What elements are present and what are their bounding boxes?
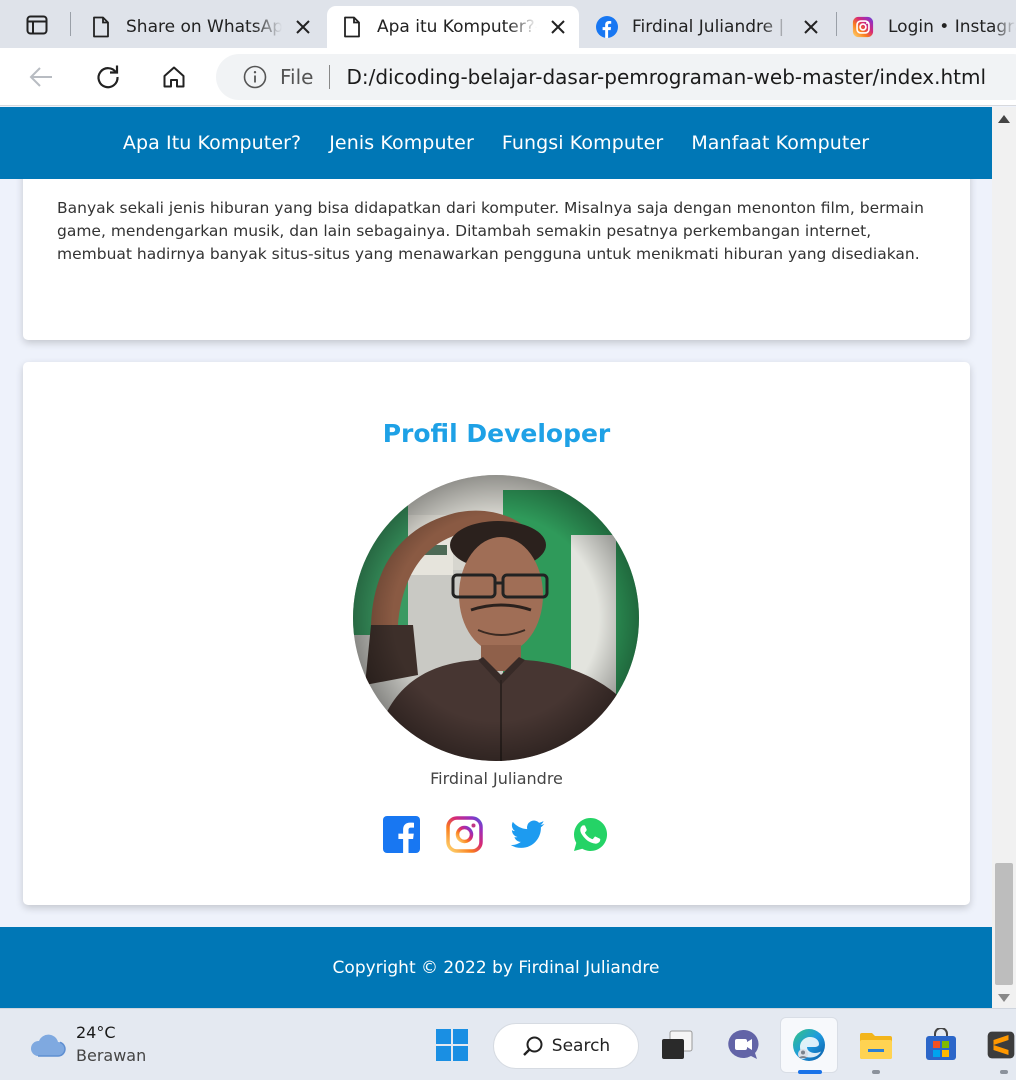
close-icon[interactable] (292, 16, 314, 38)
back-button[interactable] (24, 60, 58, 94)
file-explorer-icon[interactable] (857, 1026, 895, 1064)
edge-running-indicator (798, 1070, 822, 1074)
sublime-running-indicator (1000, 1070, 1008, 1074)
teams-chat-icon[interactable] (724, 1026, 762, 1064)
copyright-text: Copyright © 2022 by Firdinal Juliandre (332, 957, 660, 978)
address-bar[interactable]: File D:/dicoding-belajar-dasar-pemrogram… (216, 54, 1016, 100)
search-icon (522, 1036, 543, 1056)
site-info-icon[interactable] (242, 64, 268, 90)
cloud-icon (30, 1034, 66, 1057)
browser-toolbar: File D:/dicoding-belajar-dasar-pemrogram… (0, 48, 1016, 106)
facebook-icon[interactable] (383, 816, 420, 853)
page-viewport: Apa Itu Komputer? Jenis Komputer Fungsi … (0, 107, 992, 1008)
taskbar-search-label: Search (551, 1036, 611, 1056)
refresh-icon (97, 65, 119, 89)
tab-actions-icon (26, 15, 48, 35)
url-divider (329, 65, 331, 89)
page-icon (90, 16, 112, 38)
nav-link-manfaat-komputer[interactable]: Manfaat Komputer (691, 132, 869, 154)
explorer-running-indicator (872, 1070, 880, 1074)
tab-title: Apa itu Komputer?- (377, 17, 537, 37)
instagram-icon[interactable] (446, 816, 483, 853)
site-footer: Copyright © 2022 by Firdinal Juliandre (0, 927, 992, 1008)
page-icon (341, 16, 363, 38)
developer-name: Firdinal Juliandre (430, 769, 563, 788)
tab-actions-button[interactable] (20, 12, 54, 38)
entertainment-paragraph: Banyak sekali jenis hiburan yang bisa di… (57, 199, 924, 263)
sublime-icon[interactable] (986, 1026, 1016, 1064)
edge-icon[interactable] (790, 1026, 828, 1064)
social-links (383, 816, 609, 853)
nav-link-apa-itu-komputer[interactable]: Apa Itu Komputer? (123, 132, 301, 154)
tab-instagram-login[interactable]: Login • Instagra (838, 6, 1016, 48)
windows-taskbar: 24°C Berawan Search (0, 1008, 1016, 1080)
weather-widget[interactable]: 24°C Berawan (28, 1021, 146, 1067)
nav-link-fungsi-komputer[interactable]: Fungsi Komputer (502, 132, 663, 154)
weather-temperature: 24°C (76, 1023, 116, 1042)
tab-apa-itu-komputer[interactable]: Apa itu Komputer?- (327, 6, 579, 48)
close-icon[interactable] (547, 16, 569, 38)
developer-avatar (353, 475, 639, 761)
url-text[interactable]: D:/dicoding-belajar-dasar-pemrograman-we… (346, 65, 986, 89)
tab-title: Firdinal Juliandre | F (632, 17, 790, 37)
scrollbar-thumb[interactable] (995, 863, 1013, 985)
weather-condition: Berawan (76, 1046, 147, 1065)
windows-start-icon[interactable] (433, 1026, 471, 1064)
nav-link-jenis-komputer[interactable]: Jenis Komputer (329, 132, 474, 154)
profile-card: Profil Developer Firdinal Juliandre (23, 362, 970, 905)
store-icon[interactable] (922, 1026, 960, 1064)
close-icon[interactable] (800, 16, 822, 38)
tab-title: Share on WhatsApp (126, 17, 282, 37)
site-navbar: Apa Itu Komputer? Jenis Komputer Fungsi … (0, 107, 992, 179)
scroll-up-icon[interactable] (998, 115, 1010, 123)
tab-share-whatsapp[interactable]: Share on WhatsApp (76, 6, 324, 48)
home-button[interactable] (157, 60, 191, 94)
taskbar-search-button[interactable]: Search (493, 1023, 639, 1069)
tab-facebook-profile[interactable]: Firdinal Juliandre | F (582, 6, 832, 48)
scroll-down-icon[interactable] (998, 994, 1010, 1002)
profile-title: Profil Developer (382, 419, 611, 448)
page-scrollbar[interactable] (992, 107, 1016, 1008)
back-arrow-icon (29, 67, 52, 87)
facebook-icon (596, 16, 618, 38)
task-view-icon[interactable] (658, 1026, 696, 1064)
instagram-icon (852, 16, 874, 38)
refresh-button[interactable] (91, 60, 125, 94)
url-scheme-label: File (280, 65, 314, 89)
tab-strip: Share on WhatsApp Apa itu Komputer?- Fir… (0, 0, 1016, 48)
home-icon (163, 66, 185, 88)
tab-title: Login • Instagra (888, 17, 1016, 37)
tab-separator (836, 12, 837, 36)
tab-separator (70, 12, 71, 36)
whatsapp-icon[interactable] (572, 816, 609, 853)
twitter-icon[interactable] (509, 816, 546, 853)
